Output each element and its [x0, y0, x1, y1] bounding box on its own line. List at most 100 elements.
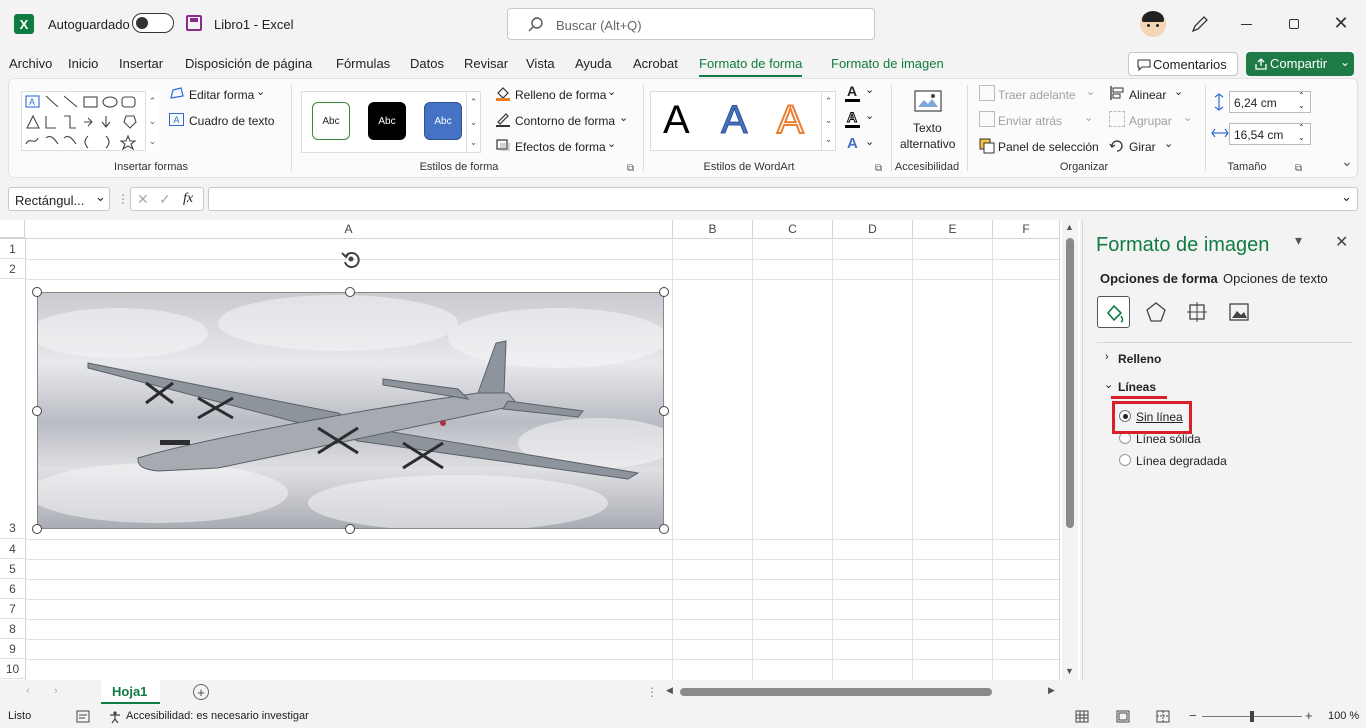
height-field[interactable]: 6,24 cm ⌃ ⌄ [1229, 91, 1311, 113]
fill-section-chevron-icon[interactable]: › [1105, 351, 1109, 363]
user-avatar[interactable] [1140, 11, 1166, 37]
resize-handle-s[interactable] [345, 524, 355, 534]
vertical-scroll-thumb[interactable] [1066, 238, 1074, 528]
resize-handle-nw[interactable] [32, 287, 42, 297]
horizontal-scroll-thumb[interactable] [680, 688, 992, 696]
shape-styles-scroll[interactable]: ⌃ ⌄ ⌄ [466, 92, 480, 152]
scroll-up-icon[interactable]: ▲ [1065, 222, 1074, 232]
wordart-orange[interactable]: A [776, 97, 805, 143]
tab-ayuda[interactable]: Ayuda [575, 56, 612, 71]
name-box[interactable]: Rectángul... ⌄ [8, 187, 110, 211]
wordart-gallery[interactable]: A A A ⌃ ⌄ ⌄ [650, 91, 836, 151]
group-button[interactable]: Agrupar [1129, 114, 1172, 128]
zoom-slider-thumb[interactable] [1250, 711, 1254, 722]
worksheet-grid[interactable]: A B C D E F 1 2 3 4 5 6 7 8 9 10 ▲ ▼ [0, 220, 1080, 680]
fill-line-tab[interactable] [1097, 296, 1130, 328]
group-chevron-icon[interactable]: ⌄ [1183, 111, 1192, 124]
normal-view-icon[interactable] [1075, 710, 1089, 723]
size-properties-tab-icon[interactable] [1186, 301, 1208, 323]
vertical-scrollbar[interactable]: ▲ ▼ [1062, 220, 1078, 680]
comments-button[interactable]: Comentarios [1128, 52, 1238, 76]
minimize-icon[interactable] [1236, 14, 1256, 34]
shape-style-black[interactable]: Abc [368, 102, 406, 140]
accessibility-icon[interactable] [108, 710, 122, 724]
align-chevron-icon[interactable]: ⌄ [1174, 85, 1183, 98]
resize-handle-e[interactable] [659, 406, 669, 416]
tab-shape-options[interactable]: Opciones de forma [1100, 271, 1218, 286]
macro-record-icon[interactable] [76, 710, 90, 723]
tab-insertar[interactable]: Insertar [119, 56, 163, 71]
sheet-prev-icon[interactable]: ‹ [26, 685, 30, 697]
scroll-down-icon[interactable]: ▼ [1065, 666, 1074, 676]
save-icon[interactable] [186, 15, 202, 31]
zoom-out-icon[interactable]: − [1189, 708, 1197, 723]
lines-section-header[interactable]: Líneas [1118, 380, 1156, 394]
tab-formato-de-forma[interactable]: Formato de forma [699, 56, 803, 77]
row-header-5[interactable]: 5 [0, 559, 25, 579]
size-launcher-icon[interactable]: ⧉ [1295, 163, 1302, 174]
name-box-chevron-icon[interactable]: ⌄ [95, 189, 106, 205]
share-button[interactable]: Compartir ⌄ [1246, 52, 1354, 76]
row-header-9[interactable]: 9 [0, 639, 25, 659]
width-field[interactable]: 16,54 cm ⌃ ⌄ [1229, 123, 1311, 145]
cancel-entry-icon[interactable]: ✕ [137, 191, 149, 208]
status-accessibility[interactable]: Accesibilidad: es necesario investigar [126, 710, 309, 722]
resize-handle-sw[interactable] [32, 524, 42, 534]
bring-forward-chevron-icon[interactable]: ⌄ [1086, 85, 1095, 98]
sheet-tab-hoja1[interactable]: Hoja1 [101, 680, 160, 704]
select-all-corner[interactable] [0, 220, 25, 238]
insert-function-icon[interactable]: fx [183, 191, 193, 207]
text-outline-icon[interactable]: A ⌄ [845, 109, 875, 129]
text-box-button[interactable]: Cuadro de texto [189, 114, 274, 128]
shape-fill-chevron-icon[interactable]: ⌄ [607, 85, 616, 98]
resize-handle-ne[interactable] [659, 287, 669, 297]
resize-handle-w[interactable] [32, 406, 42, 416]
shape-effects-chevron-icon[interactable]: ⌄ [607, 137, 616, 150]
tab-text-options[interactable]: Opciones de texto [1223, 271, 1328, 286]
column-header-c[interactable]: C [753, 220, 833, 238]
shape-style-blue[interactable]: Abc [424, 102, 462, 140]
close-icon[interactable]: ✕ [1330, 12, 1352, 34]
shape-styles-launcher-icon[interactable]: ⧉ [627, 163, 634, 174]
gradient-line-radio[interactable] [1119, 454, 1131, 466]
column-header-d[interactable]: D [833, 220, 913, 238]
shape-fill-button[interactable]: Relleno de forma [515, 88, 606, 102]
pen-icon[interactable] [1190, 14, 1210, 34]
collapse-ribbon-icon[interactable]: ⌄ [1341, 153, 1353, 170]
pane-options-chevron-icon[interactable]: ▾ [1295, 232, 1302, 249]
column-header-b[interactable]: B [673, 220, 753, 238]
send-backward-chevron-icon[interactable]: ⌄ [1084, 111, 1093, 124]
tab-archivo[interactable]: Archivo [9, 56, 52, 71]
row-header-4[interactable]: 4 [0, 539, 25, 559]
pane-close-icon[interactable]: ✕ [1335, 232, 1348, 252]
row-header-8[interactable]: 8 [0, 619, 25, 639]
restore-icon[interactable] [1284, 14, 1304, 34]
tab-formato-de-imagen[interactable]: Formato de imagen [831, 56, 944, 71]
width-stepper-icon[interactable]: ⌃ ⌄ [1298, 123, 1305, 143]
formula-input[interactable]: ⌄ [208, 187, 1358, 211]
shape-style-outline[interactable]: Abc [312, 102, 350, 140]
column-header-f[interactable]: F [993, 220, 1060, 238]
page-layout-view-icon[interactable] [1116, 710, 1130, 723]
lines-section-chevron-icon[interactable]: ⌄ [1104, 378, 1113, 391]
resize-handle-se[interactable] [659, 524, 669, 534]
tab-formulas[interactable]: Fórmulas [336, 56, 390, 71]
row-header-1[interactable]: 1 [0, 239, 25, 259]
row-header-6[interactable]: 6 [0, 579, 25, 599]
tab-datos[interactable]: Datos [410, 56, 444, 71]
tab-acrobat[interactable]: Acrobat [633, 56, 678, 71]
rotate-handle-icon[interactable] [340, 248, 362, 270]
row-header-3[interactable]: 3 [0, 279, 25, 539]
rotate-chevron-icon[interactable]: ⌄ [1164, 137, 1173, 150]
bring-forward-button[interactable]: Traer adelante [998, 88, 1076, 102]
wordart-scroll[interactable]: ⌃ ⌄ ⌄ [821, 92, 835, 150]
shape-outline-chevron-icon[interactable]: ⌄ [619, 111, 628, 124]
row-header-7[interactable]: 7 [0, 599, 25, 619]
text-fill-icon[interactable]: A ⌄ [845, 83, 875, 103]
search-box[interactable]: Buscar (Alt+Q) [507, 8, 875, 40]
tab-splitter-icon[interactable]: ⋮ [646, 685, 658, 699]
shape-effects-button[interactable]: Efectos de forma [515, 140, 606, 154]
selection-pane-button[interactable]: Panel de selección [998, 140, 1099, 154]
send-backward-button[interactable]: Enviar atrás [998, 114, 1062, 128]
scroll-right-icon[interactable]: ▶ [1048, 685, 1055, 696]
